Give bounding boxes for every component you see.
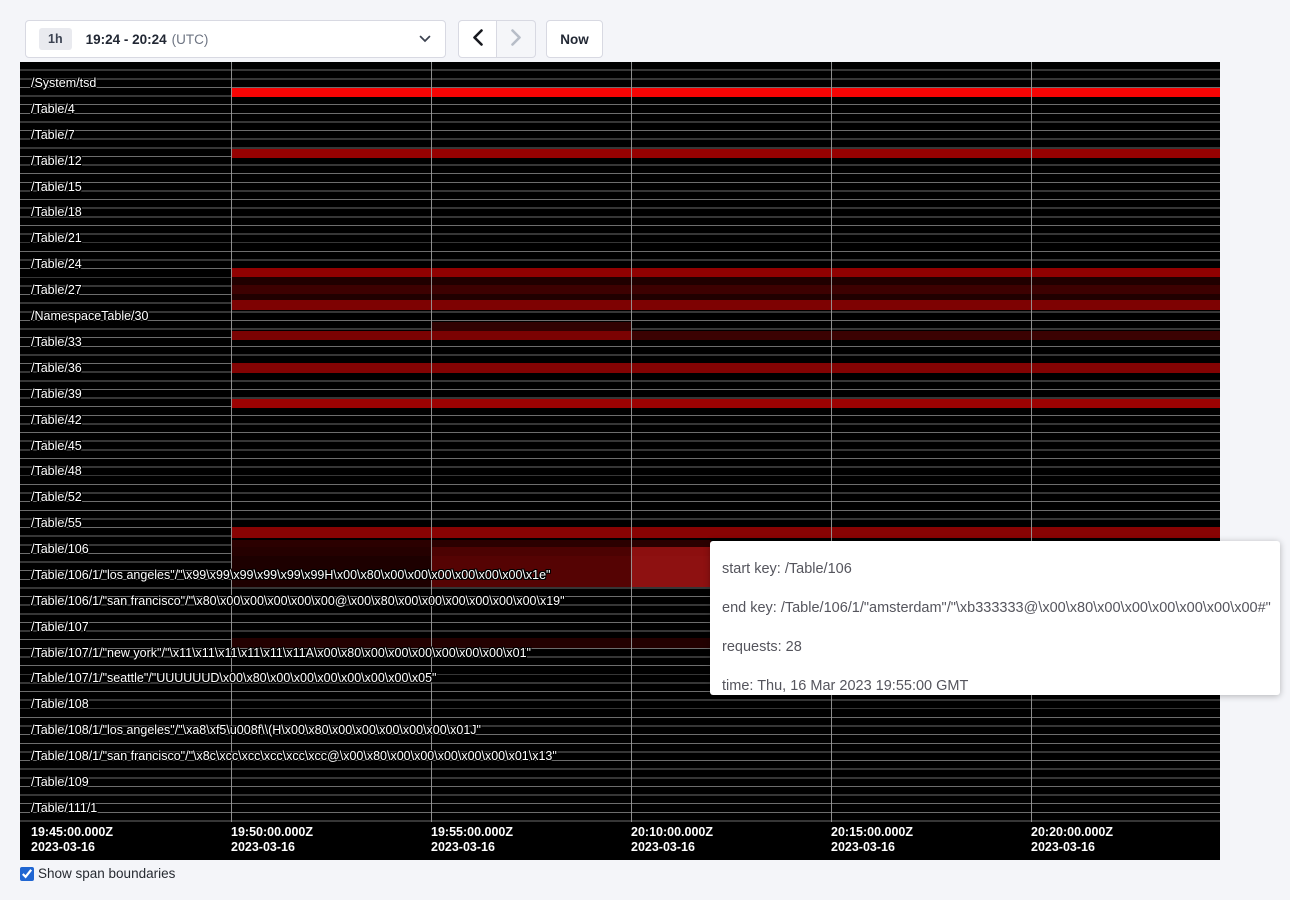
time-window-nav [458, 20, 536, 58]
tooltip-start-key: start key: /Table/106 [722, 550, 1280, 589]
axis-tick-label: 20:20:00.000Z2023-03-16 [1031, 825, 1113, 855]
heatmap-plot[interactable]: /System/tsd/Table/4/Table/7/Table/12/Tab… [20, 62, 1220, 822]
tooltip-requests: requests: 28 [722, 628, 1280, 667]
time-gridline [231, 62, 232, 822]
time-gridline [431, 62, 432, 822]
heat-band [631, 556, 711, 587]
key-span-label: /Table/18 [31, 205, 82, 219]
key-span-label: /Table/107 [31, 620, 89, 634]
key-span-label: /Table/52 [31, 490, 82, 504]
key-span-label: /Table/42 [31, 413, 82, 427]
heat-band [631, 547, 711, 556]
key-span-label: /Table/111/1 [31, 801, 97, 815]
heat-band [231, 300, 1220, 310]
heat-band [231, 363, 1220, 373]
key-span-label: /Table/108/1/"san francisco"/"\x8c\xcc\x… [31, 749, 557, 763]
heat-band [231, 527, 1220, 538]
key-span-label: /Table/7 [31, 128, 75, 142]
key-span-label: /Table/48 [31, 464, 82, 478]
key-span-label: /Table/107/1/"seattle"/"UUUUUUD\x00\x80\… [31, 671, 436, 685]
key-visualizer[interactable]: /System/tsd/Table/4/Table/7/Table/12/Tab… [20, 62, 1220, 860]
heat-band [231, 285, 1220, 294]
tooltip-end-key: end key: /Table/106/1/"amsterdam"/"\xb33… [722, 589, 1280, 628]
next-time-window-button[interactable] [497, 20, 536, 58]
key-span-label: /System/tsd [31, 76, 96, 90]
timezone-label: (UTC) [172, 32, 209, 47]
key-span-label: /Table/4 [31, 102, 75, 116]
heat-band [231, 268, 1220, 277]
show-span-boundaries-control: Show span boundaries [20, 866, 175, 881]
axis-tick-label: 19:50:00.000Z2023-03-16 [231, 825, 313, 855]
chevron-left-icon [472, 29, 483, 49]
show-span-boundaries-checkbox[interactable] [20, 867, 34, 881]
key-span-label: /NamespaceTable/30 [31, 309, 148, 323]
heat-band [431, 547, 631, 556]
time-range-label: 19:24 - 20:24 [86, 32, 167, 47]
axis-tick-label: 19:55:00.000Z2023-03-16 [431, 825, 513, 855]
hover-tooltip: start key: /Table/106 end key: /Table/10… [710, 541, 1280, 695]
heat-band [231, 399, 1220, 408]
time-range-selector[interactable]: 1h 19:24 - 20:24 (UTC) [25, 20, 446, 58]
axis-tick-label: 19:45:00.000Z2023-03-16 [31, 825, 113, 855]
heat-band [431, 322, 631, 331]
key-span-label: /Table/108/1/"los angeles"/"\xa8\xf5\u00… [31, 723, 481, 737]
duration-badge: 1h [39, 28, 72, 50]
checkbox-label: Show span boundaries [38, 866, 175, 881]
x-axis: 19:45:00.000Z2023-03-16 19:50:00.000Z2023… [20, 822, 1220, 860]
key-span-label: /Table/109 [31, 775, 89, 789]
key-span-label: /Table/36 [31, 361, 82, 375]
key-span-label: /Table/12 [31, 154, 82, 168]
heat-band [231, 547, 431, 556]
heat-band [231, 540, 711, 547]
key-span-label: /Table/33 [31, 335, 82, 349]
key-span-label: /Table/15 [31, 180, 82, 194]
key-span-label: /Table/106/1/"san francisco"/"\x80\x00\x… [31, 594, 565, 608]
heat-band [231, 277, 1220, 285]
key-span-label: /Table/24 [31, 257, 82, 271]
chevron-right-icon [511, 29, 522, 49]
tooltip-time: time: Thu, 16 Mar 2023 19:55:00 GMT [722, 667, 1280, 706]
now-button[interactable]: Now [546, 20, 603, 58]
key-span-label: /Table/21 [31, 231, 82, 245]
time-gridline [631, 62, 632, 822]
key-span-label: /Table/45 [31, 439, 82, 453]
key-span-label: /Table/55 [31, 516, 82, 530]
key-span-label: /Table/27 [31, 283, 82, 297]
chevron-down-icon [419, 35, 431, 43]
axis-tick-label: 20:15:00.000Z2023-03-16 [831, 825, 913, 855]
heat-band [231, 88, 1220, 97]
heat-band [231, 149, 1220, 158]
key-span-label: /Table/108 [31, 697, 89, 711]
key-span-label: /Table/39 [31, 387, 82, 401]
key-span-label: /Table/107/1/"new york"/"\x11\x11\x11\x1… [31, 646, 531, 660]
axis-tick-label: 20:10:00.000Z2023-03-16 [631, 825, 713, 855]
previous-time-window-button[interactable] [458, 20, 497, 58]
time-gridline [831, 62, 832, 822]
key-span-label: /Table/106/1/"los angeles"/"\x99\x99\x99… [31, 568, 550, 582]
heat-band [631, 331, 1220, 340]
key-span-label: /Table/106 [31, 542, 89, 556]
time-gridline [1031, 62, 1032, 822]
